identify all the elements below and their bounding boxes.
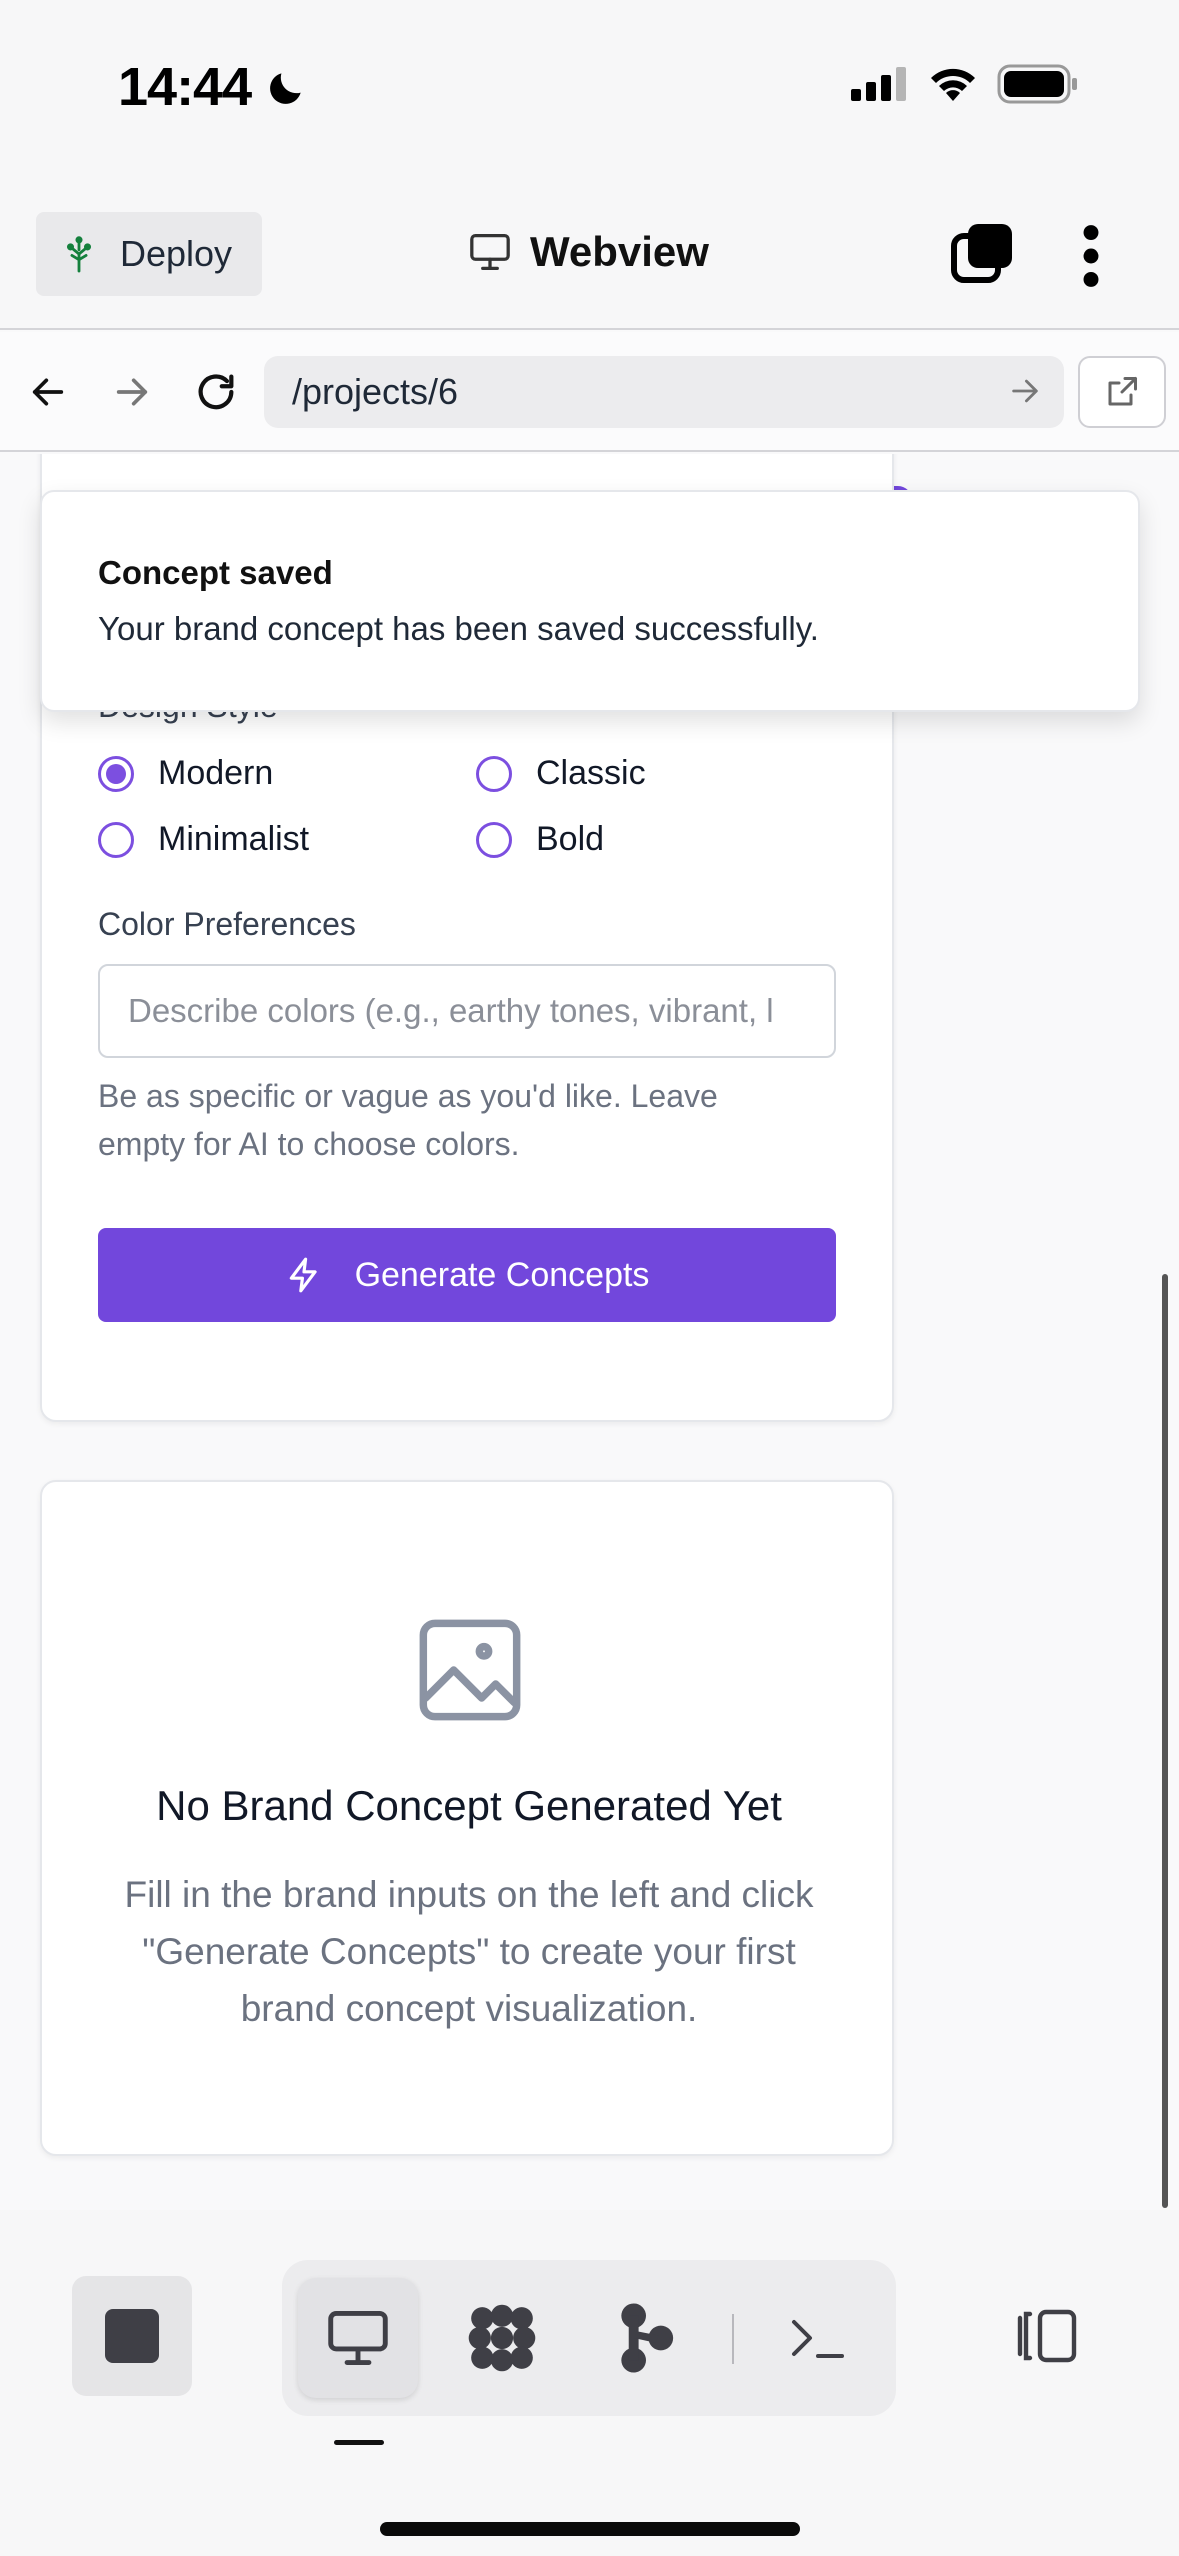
color-preferences-input[interactable]	[98, 964, 836, 1058]
go-arrow-icon[interactable]	[1008, 374, 1042, 408]
generate-concepts-button[interactable]: Generate Concepts	[98, 1228, 836, 1322]
more-vertical-icon[interactable]	[1080, 224, 1102, 288]
status-time: 14:44	[118, 57, 252, 117]
radio-circle[interactable]	[476, 755, 512, 792]
active-tab-indicator	[334, 2440, 384, 2445]
radio-label: Bold	[536, 820, 605, 858]
radio-bold[interactable]: Bold	[476, 820, 604, 859]
radio-classic[interactable]: Classic	[476, 754, 646, 793]
toast-title: Concept saved	[98, 554, 333, 591]
moon-icon	[270, 73, 301, 104]
git-branch-icon	[621, 2303, 674, 2373]
app-header: Deploy Webview	[0, 170, 1179, 330]
url-text: /projects/6	[292, 371, 459, 412]
color-helper-text: Be as specific or vague as you'd like. L…	[98, 1078, 718, 1162]
empty-state-title: No Brand Concept Generated Yet	[156, 1782, 782, 1829]
view-switcher	[282, 2260, 896, 2416]
apps-tab-button[interactable]	[442, 2278, 562, 2398]
toast-message: Your brand concept has been saved succes…	[98, 610, 819, 647]
radio-circle[interactable]	[98, 821, 134, 858]
wifi-icon	[931, 68, 975, 101]
stop-button[interactable]	[72, 2276, 192, 2396]
tabs-icon[interactable]	[950, 222, 1014, 286]
apps-grid-icon	[468, 2304, 536, 2372]
monitor-icon	[470, 233, 510, 270]
radio-modern[interactable]: Modern	[98, 754, 273, 793]
monitor-icon	[328, 2311, 388, 2365]
deploy-label: Deploy	[120, 233, 233, 274]
open-external-button[interactable]	[1078, 356, 1166, 428]
url-field[interactable]: /projects/6	[264, 356, 1064, 428]
terminal-icon	[792, 2320, 844, 2358]
image-placeholder-icon	[419, 1619, 521, 1721]
back-button[interactable]	[20, 364, 76, 420]
deploy-tree-icon	[66, 236, 92, 273]
stop-icon	[105, 2309, 159, 2363]
reload-icon	[198, 374, 234, 410]
battery-icon	[997, 64, 1077, 104]
scrollbar[interactable]	[1162, 1274, 1168, 2208]
status-icons	[851, 64, 1079, 104]
status-bar: 14:44	[0, 0, 1179, 170]
reload-button[interactable]	[188, 364, 244, 420]
toast-notification[interactable]: Concept saved Your brand concept has bee…	[40, 490, 1140, 712]
webview-tab-button[interactable]	[298, 2278, 418, 2398]
git-tab-button[interactable]	[586, 2278, 706, 2398]
toolbar-divider	[732, 2314, 734, 2364]
home-indicator	[380, 2522, 800, 2536]
terminal-tab-button[interactable]	[758, 2278, 878, 2398]
page-content: Design Style Modern Classic Minimalist B…	[0, 454, 1179, 2210]
lightning-icon	[289, 1257, 317, 1293]
radio-minimalist[interactable]: Minimalist	[98, 820, 309, 859]
webview-label: Webview	[530, 228, 709, 275]
forward-button[interactable]	[104, 364, 160, 420]
radio-label: Classic	[536, 754, 646, 792]
external-link-icon	[1108, 377, 1137, 406]
empty-state-description: Fill in the brand inputs on the left and…	[124, 1874, 814, 2029]
arrow-left-icon	[32, 378, 64, 406]
bottom-toolbar	[0, 2210, 1179, 2556]
generate-concepts-label: Generate Concepts	[354, 1255, 650, 1294]
radio-circle[interactable]	[476, 821, 512, 858]
arrow-right-icon	[116, 378, 148, 406]
panel-toggle-icon[interactable]	[1010, 2306, 1082, 2366]
radio-selected-dot	[106, 763, 126, 784]
radio-label: Modern	[158, 754, 274, 792]
deploy-button[interactable]: Deploy	[36, 212, 262, 296]
radio-circle[interactable]	[98, 755, 134, 792]
browser-nav-bar: /projects/6	[0, 332, 1179, 452]
webview-title: Webview	[468, 228, 709, 276]
cellular-signal-icon	[851, 67, 906, 101]
color-preferences-label: Color Preferences	[98, 906, 356, 942]
radio-label: Minimalist	[158, 820, 310, 858]
concept-preview-card: No Brand Concept Generated Yet Fill in t…	[40, 1480, 894, 2156]
